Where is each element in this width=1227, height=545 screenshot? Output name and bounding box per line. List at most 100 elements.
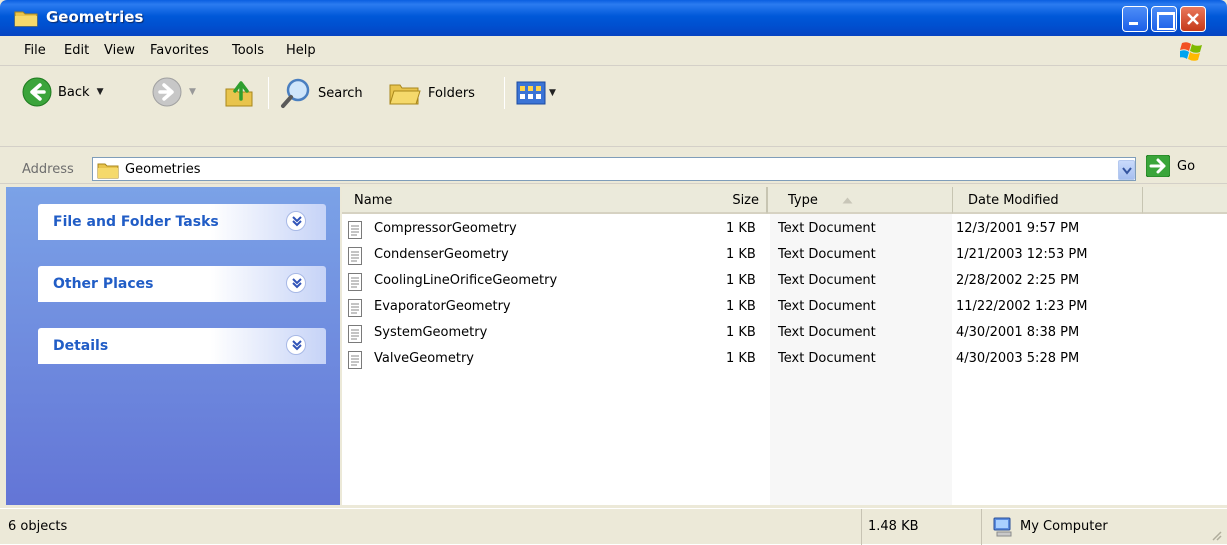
folders-icon [389,84,421,105]
double-chevron-down-icon [292,216,302,227]
file-size: 1 KB [726,221,756,236]
table-row[interactable]: SystemGeometry 1 KB Text Document 4/30/2… [342,322,1227,348]
task-group-title[interactable]: File and Folder Tasks [53,214,219,230]
back-dropdown-icon[interactable]: ▼ [97,87,104,97]
text-document-icon [348,247,362,265]
resize-grip-icon[interactable] [1210,529,1222,541]
back-label: Back [58,84,90,100]
file-name: SystemGeometry [374,325,488,340]
status-size-cell: 1.48 KB [862,509,982,545]
column-header-date-modified[interactable]: Date Modified [953,187,1143,214]
folder-icon [97,163,119,179]
close-button[interactable] [1180,6,1206,32]
text-document-icon [348,325,362,343]
text-document-icon [348,299,362,317]
task-pane: File and Folder Tasks Other Places Detai… [6,187,340,505]
status-zone: My Computer [1020,519,1108,534]
folders-button[interactable]: Folders [388,77,475,109]
windows-logo-icon [1180,42,1202,61]
address-label: Address [22,162,74,177]
views-dropdown-icon[interactable]: ▼ [549,88,556,98]
title-bar[interactable]: Geometries [0,0,1227,36]
column-header-label: Type [788,193,818,208]
address-bar: Address Geometries [0,148,1227,184]
table-row[interactable]: ValveGeometry 1 KB Text Document 4/30/20… [342,348,1227,374]
status-zone-cell: My Computer [982,509,1227,545]
maximize-button[interactable] [1151,6,1177,32]
folder-icon [14,11,38,27]
up-folder-button[interactable] [224,77,256,109]
search-label: Search [318,85,363,101]
sort-ascending-icon [842,197,853,204]
column-header-filler [1143,187,1227,214]
go-button[interactable]: Go [1146,155,1195,177]
go-label: Go [1177,158,1196,174]
file-date: 4/30/2003 5:28 PM [956,351,1080,366]
expand-button[interactable] [286,273,306,293]
menu-favorites[interactable]: Favorites [150,43,209,58]
file-type: Text Document [778,351,876,366]
status-objects-cell: 6 objects [0,509,862,545]
file-size: 1 KB [726,247,756,262]
column-header-label: Size [732,193,759,208]
menu-tools[interactable]: Tools [232,43,264,58]
address-value: Geometries [125,162,201,177]
forward-dropdown-icon[interactable]: ▼ [189,87,196,97]
column-header-type[interactable]: Type [768,187,953,214]
explorer-window: Geometries File Edit View Favorites Tool… [0,0,1227,545]
back-arrow-icon [22,77,52,107]
my-computer-icon [993,517,1012,537]
column-header-size[interactable]: Size [697,187,767,214]
file-type: Text Document [778,325,876,340]
close-icon [1187,13,1199,25]
toolbar-separator [504,77,505,109]
task-group-title[interactable]: Other Places [53,276,153,292]
file-type: Text Document [778,299,876,314]
minimize-button[interactable] [1122,6,1148,32]
task-group-title[interactable]: Details [53,338,108,354]
expand-button[interactable] [286,335,306,355]
table-row[interactable]: CompressorGeometry 1 KB Text Document 12… [342,218,1227,244]
table-row[interactable]: EvaporatorGeometry 1 KB Text Document 11… [342,296,1227,322]
task-group-other-places[interactable]: Other Places [38,266,326,302]
menu-help[interactable]: Help [286,43,316,58]
file-name: CoolingLineOrificeGeometry [374,273,558,288]
text-document-icon [348,221,362,239]
address-input[interactable]: Geometries [92,157,1136,181]
file-type: Text Document [778,247,876,262]
window-title: Geometries [46,8,144,26]
menu-edit[interactable]: Edit [64,43,89,58]
file-name: CondenserGeometry [374,247,509,262]
task-group-file-folder[interactable]: File and Folder Tasks [38,204,326,240]
file-list[interactable]: Name Size Type Date Modified CompressorG… [342,187,1227,505]
views-button[interactable]: ▼ [516,81,556,105]
task-group-details[interactable]: Details [38,328,326,364]
table-row[interactable]: CondenserGeometry 1 KB Text Document 1/2… [342,244,1227,270]
file-size: 1 KB [726,299,756,314]
menu-file[interactable]: File [24,43,46,58]
file-date: 2/28/2002 2:25 PM [956,273,1080,288]
up-folder-icon [225,81,253,107]
file-size: 1 KB [726,325,756,340]
menu-view[interactable]: View [104,43,135,58]
file-type: Text Document [778,273,876,288]
views-icon [516,81,546,105]
search-button[interactable]: Search [280,77,363,109]
chevron-down-icon [1122,167,1132,175]
back-button[interactable]: Back ▼ [22,77,103,107]
file-size: 1 KB [726,351,756,366]
text-document-icon [348,273,362,291]
search-icon [281,78,310,108]
file-size: 1 KB [726,273,756,288]
status-bar: 6 objects 1.48 KB My Computer [0,508,1227,545]
forward-button[interactable]: ▼ [152,77,196,107]
file-date: 12/3/2001 9:57 PM [956,221,1080,236]
address-dropdown-button[interactable] [1118,160,1135,180]
file-date: 1/21/2003 12:53 PM [956,247,1088,262]
menu-bar: File Edit View Favorites Tools Help [0,36,1227,66]
go-arrow-icon [1146,155,1170,177]
file-type: Text Document [778,221,876,236]
folders-label: Folders [428,85,475,101]
expand-button[interactable] [286,211,306,231]
table-row[interactable]: CoolingLineOrificeGeometry 1 KB Text Doc… [342,270,1227,296]
